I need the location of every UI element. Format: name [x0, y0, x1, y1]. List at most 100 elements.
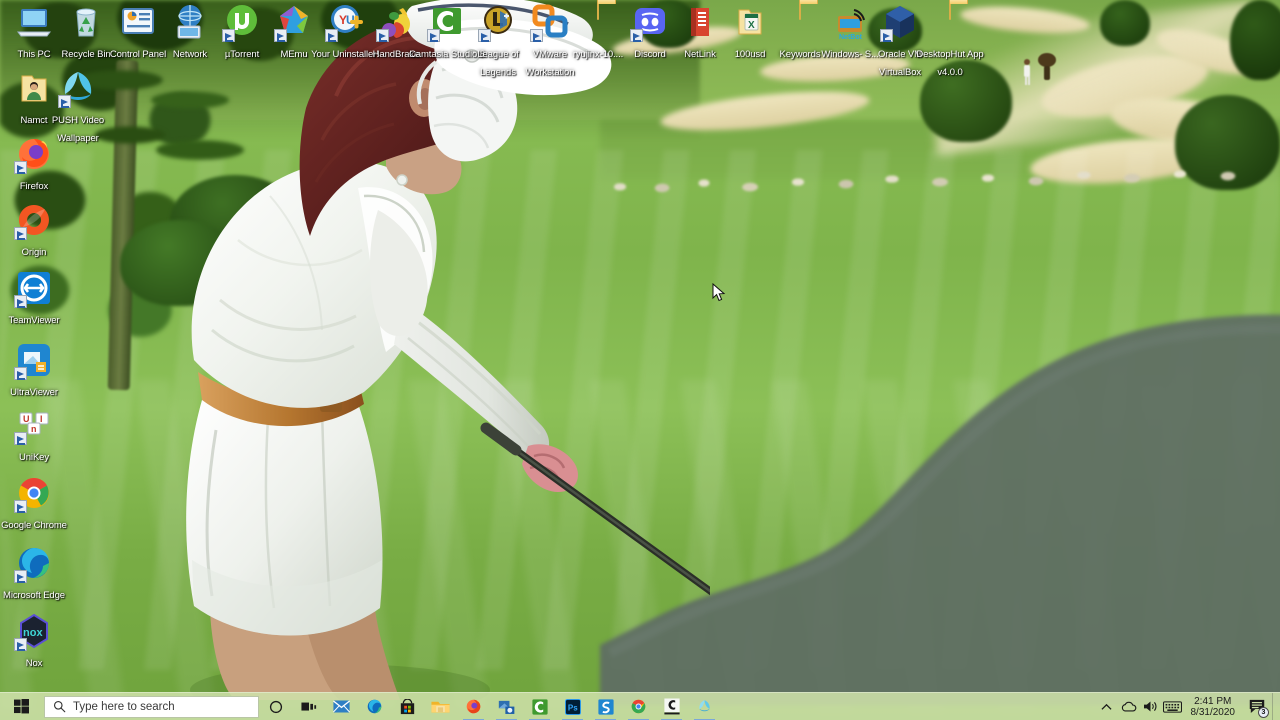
- mail-icon: [333, 700, 350, 713]
- desktop-icon-google-chrome[interactable]: Google Chrome: [0, 473, 72, 533]
- nox-icon: nox: [14, 611, 54, 651]
- taskbar-app-camtasia[interactable]: [523, 693, 556, 720]
- desktop-icon-label: Firefox: [19, 181, 49, 192]
- ultraviewer-icon: [498, 700, 514, 714]
- windows-logo-icon: [13, 699, 29, 714]
- desktop-icon-origin[interactable]: Origin: [0, 200, 72, 260]
- task-view-icon: [300, 702, 316, 711]
- snagit-icon: [597, 698, 614, 715]
- chrome-icon: [631, 699, 646, 714]
- mouse-cursor: [712, 283, 726, 302]
- show-hidden-icons-button[interactable]: [1096, 693, 1118, 720]
- desktop-icon-firefox[interactable]: Firefox: [0, 134, 72, 194]
- taskbar-app-microsoft-edge[interactable]: [358, 693, 391, 720]
- taskbar-app-photoshop[interactable]: Ps: [556, 693, 589, 720]
- taskbar-app-push-video-wallpaper[interactable]: [688, 693, 721, 720]
- push-video-wallpaper-icon: [58, 68, 98, 108]
- ultraviewer-icon: [14, 340, 54, 380]
- google-chrome-icon: [14, 473, 54, 513]
- search-input[interactable]: Type here to search: [44, 695, 259, 718]
- shortcut-arrow-icon: [478, 29, 491, 42]
- desktop-icon-desktophut-folder[interactable]: DesktopHut App v4.0.0: [912, 1, 988, 80]
- svg-text:U: U: [23, 414, 30, 424]
- clock-time: 2:41 PM: [1194, 695, 1232, 707]
- onedrive-button[interactable]: [1118, 693, 1140, 720]
- taskbar-app-google-chrome[interactable]: [622, 693, 655, 720]
- desktop-icon-label: DesktopHut App v4.0.0: [916, 49, 984, 78]
- desktop-icon-teamviewer[interactable]: TeamViewer: [0, 268, 72, 328]
- desktop-icon-label: Origin: [21, 247, 47, 258]
- shortcut-arrow-icon: [14, 570, 27, 583]
- svg-text:Ps: Ps: [567, 703, 577, 712]
- keyboard-icon: [1163, 700, 1182, 713]
- firefox-icon: [14, 134, 54, 174]
- taskbar-app-camtasia-editor[interactable]: [655, 693, 688, 720]
- taskbar-app-mail[interactable]: [325, 693, 358, 720]
- desktop-icon-label: This PC: [17, 49, 51, 60]
- desktop-icon-unikey[interactable]: U I n UniKey: [0, 405, 72, 465]
- desktop-icon-microsoft-edge[interactable]: Microsoft Edge: [0, 543, 72, 603]
- desktop-icon-label: µTorrent: [224, 49, 260, 60]
- shortcut-arrow-icon: [427, 29, 440, 42]
- taskbar-app-file-explorer[interactable]: [424, 693, 457, 720]
- push-video-icon: [699, 700, 710, 712]
- svg-text:X: X: [748, 20, 755, 31]
- desktop-icon-nox[interactable]: nox Nox: [0, 611, 72, 671]
- firefox-icon: [466, 699, 481, 714]
- shortcut-arrow-icon: [222, 29, 235, 42]
- cortana-circle-icon: [269, 700, 282, 713]
- shortcut-arrow-icon: [58, 95, 71, 108]
- svg-text:I: I: [40, 414, 43, 424]
- shortcut-arrow-icon: [14, 295, 27, 308]
- search-placeholder: Type here to search: [73, 700, 175, 713]
- shortcut-arrow-icon: [325, 29, 338, 42]
- taskbar-app-snagit[interactable]: [589, 693, 622, 720]
- shortcut-arrow-icon: [14, 367, 27, 380]
- desktop-icon-label: TeamViewer: [8, 315, 60, 326]
- speaker-icon: [1144, 701, 1157, 712]
- taskbar-app-firefox[interactable]: [457, 693, 490, 720]
- volume-button[interactable]: [1140, 693, 1162, 720]
- origin-icon: [14, 200, 54, 240]
- desktop-icon-label: Google Chrome: [1, 520, 67, 531]
- shortcut-arrow-icon: [880, 29, 893, 42]
- desktop-icon-label: Microsoft Edge: [3, 590, 65, 601]
- desktop-icon-label: Network: [172, 49, 208, 60]
- task-view-button[interactable]: [292, 693, 325, 720]
- desktop-icon-label: Nox: [25, 658, 43, 669]
- touch-keyboard-button[interactable]: [1162, 693, 1184, 720]
- search-icon: [53, 700, 66, 713]
- clock-button[interactable]: 2:41 PM 8/31/2020: [1184, 693, 1243, 720]
- taskbar: Type here to search Ps 2:41 PM 8/31/2020…: [0, 692, 1280, 720]
- shortcut-arrow-icon: [14, 432, 27, 445]
- shortcut-arrow-icon: [14, 161, 27, 174]
- shortcut-arrow-icon: [14, 227, 27, 240]
- shortcut-arrow-icon: [14, 638, 27, 651]
- microsoft-edge-icon: [14, 543, 54, 583]
- start-button[interactable]: [0, 693, 42, 720]
- store-icon: [400, 698, 415, 714]
- photoshop-icon: Ps: [564, 698, 581, 715]
- edge-icon: [367, 699, 382, 714]
- clock-date: 8/31/2020: [1190, 706, 1236, 718]
- desktop-icon-ultraviewer[interactable]: UltraViewer: [0, 340, 72, 400]
- shortcut-arrow-icon: [14, 500, 27, 513]
- file-explorer-icon: [431, 701, 450, 713]
- shortcut-arrow-icon: [274, 29, 287, 42]
- desktop-icon-grid: This PC Recycle Bin Control Panel Networ…: [0, 0, 1280, 720]
- unikey-icon: U I n: [14, 405, 54, 445]
- system-tray: 2:41 PM 8/31/2020 3: [1096, 692, 1280, 720]
- action-center-button[interactable]: 3: [1242, 693, 1272, 720]
- shortcut-arrow-icon: [530, 29, 543, 42]
- taskbar-app-ultraviewer[interactable]: [490, 693, 523, 720]
- cloud-icon: [1121, 701, 1136, 712]
- camtasia-icon: [531, 698, 548, 715]
- cortana-button[interactable]: [259, 693, 292, 720]
- desktop-icon-label: UltraViewer: [10, 387, 58, 398]
- show-desktop-button[interactable]: [1272, 692, 1278, 720]
- desktop-icon-label: MEmu: [280, 49, 308, 60]
- taskbar-app-microsoft-store[interactable]: [391, 693, 424, 720]
- notification-badge: 3: [1258, 706, 1269, 718]
- camtasia-editor-icon: [663, 698, 680, 715]
- svg-text:n: n: [31, 424, 37, 434]
